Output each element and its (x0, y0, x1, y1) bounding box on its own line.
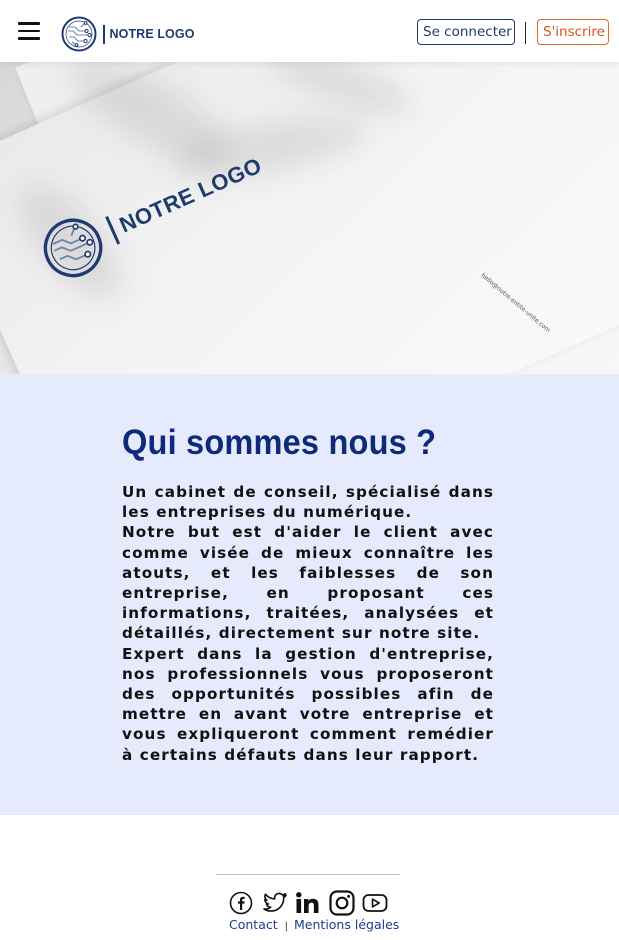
legal-notice-link[interactable]: Mentions légales (294, 917, 399, 932)
about-title: Qui sommes nous ? (122, 423, 437, 462)
twitter-icon[interactable] (262, 890, 288, 916)
site-logo[interactable]: NOTRE LOGO (61, 16, 195, 52)
logo-divider (103, 24, 105, 44)
menu-bar (18, 29, 40, 33)
instagram-icon[interactable] (328, 890, 355, 916)
menu-bar (18, 22, 40, 25)
youtube-icon[interactable] (362, 890, 388, 916)
circuit-circle-logo-icon (61, 16, 97, 52)
hero-image: NOTRE LOGO hello@notre-entite-unite.com (0, 62, 619, 374)
linkedin-icon[interactable] (295, 890, 321, 916)
about-section: Qui sommes nous ? Un cabinet de conseil,… (0, 374, 619, 815)
signup-button[interactable]: S'inscrire (537, 19, 609, 45)
footer-links: Contact | Mentions légales (229, 917, 399, 932)
footer-link-separator: | (284, 921, 289, 932)
social-links (228, 888, 396, 918)
login-button[interactable]: Se connecter (417, 19, 515, 45)
facebook-icon[interactable] (228, 890, 254, 916)
about-paragraph: Expert dans la gestion d'entreprise, nos… (122, 644, 494, 764)
about-paragraph: Notre but est d'aider le client avec com… (122, 523, 494, 643)
navbar: NOTRE LOGO Se connecter S'inscrire (0, 0, 619, 62)
logo-text: NOTRE LOGO (109, 27, 195, 41)
about-paragraph: Un cabinet de conseil, spécialisé dans l… (122, 483, 494, 522)
about-text: Un cabinet de conseil, spécialisé dans l… (122, 482, 494, 765)
menu-bar (18, 37, 40, 40)
button-divider (525, 22, 527, 44)
contact-link[interactable]: Contact (229, 917, 278, 932)
footer-divider (216, 874, 400, 875)
hamburger-menu-icon[interactable] (18, 22, 40, 40)
